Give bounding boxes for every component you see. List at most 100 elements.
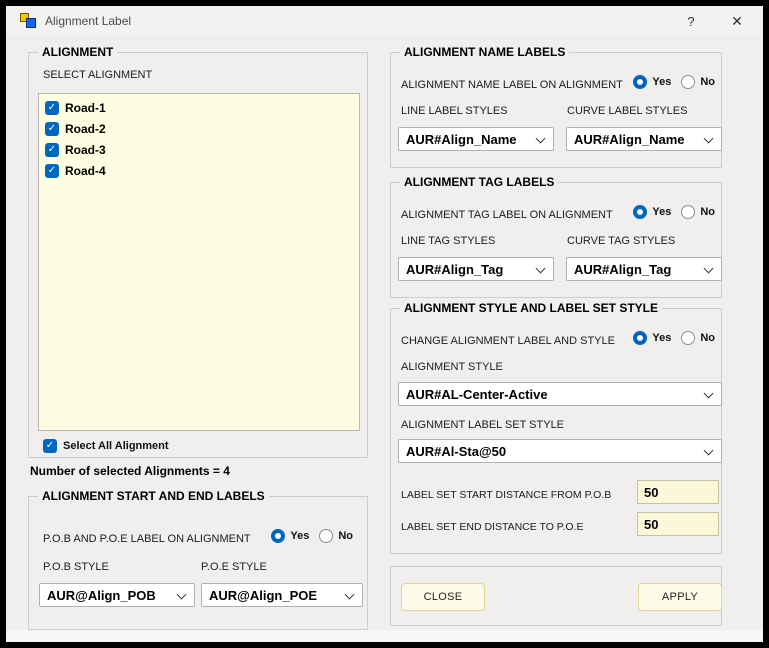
end-distance-label: LABEL SET END DISTANCE TO P.O.E <box>401 521 583 533</box>
chevron-down-icon <box>704 134 714 144</box>
tag-labels-group-title: ALIGNMENT TAG LABELS <box>400 175 558 189</box>
label-set-style-value: AUR#Al-Sta@50 <box>406 444 506 459</box>
alignment-group: ALIGNMENT SELECT ALIGNMENT ✓ Road-1 ✓ Ro… <box>28 52 368 458</box>
no-label: No <box>700 76 715 88</box>
alignment-name-labels-group: ALIGNMENT NAME LABELS ALIGNMENT NAME LAB… <box>390 52 722 168</box>
chevron-down-icon <box>536 134 546 144</box>
line-tag-style-select[interactable]: AUR#Align_Tag <box>398 257 554 281</box>
check-icon: ✓ <box>48 123 56 134</box>
list-item-road-4[interactable]: ✓ Road-4 <box>39 160 359 181</box>
alignment-style-label: ALIGNMENT STYLE <box>401 361 503 373</box>
check-icon: ✓ <box>46 440 54 451</box>
app-icon <box>20 13 36 29</box>
radio-unselected-icon <box>681 205 695 219</box>
label-set-style-label: ALIGNMENT LABEL SET STYLE <box>401 419 564 431</box>
select-all-alignment-checkbox[interactable]: ✓ Select All Alignment <box>43 439 169 453</box>
radio-selected-icon <box>633 205 647 219</box>
poe-style-select[interactable]: AUR@Align_POE <box>201 583 363 607</box>
curve-label-style-value: AUR#Align_Name <box>574 132 685 147</box>
pob-style-value: AUR@Align_POB <box>47 588 156 603</box>
alignment-label-dialog: Alignment Label ? ✕ ALIGNMENT SELECT ALI… <box>6 6 763 642</box>
radio-unselected-icon <box>681 75 695 89</box>
start-distance-input[interactable] <box>637 480 719 504</box>
dialog-bottom-strip <box>6 630 763 642</box>
line-label-style-value: AUR#Align_Name <box>406 132 517 147</box>
help-button[interactable]: ? <box>669 6 713 36</box>
alignment-item-label: Road-1 <box>65 101 106 115</box>
alignment-listbox: ✓ Road-1 ✓ Road-2 ✓ Road-3 ✓ Road-4 <box>38 93 360 431</box>
pob-poe-no-option[interactable]: No <box>319 529 353 543</box>
change-style-no-option[interactable]: No <box>681 331 715 345</box>
line-tag-styles-label: LINE TAG STYLES <box>401 235 495 247</box>
change-style-question: CHANGE ALIGNMENT LABEL AND STYLE <box>401 335 615 347</box>
chevron-down-icon <box>177 590 187 600</box>
end-distance-input[interactable] <box>637 512 719 536</box>
yes-label: Yes <box>652 76 671 88</box>
titlebar: Alignment Label ? ✕ <box>6 6 763 36</box>
select-alignment-label: SELECT ALIGNMENT <box>43 69 152 81</box>
change-style-radio-group: Yes No <box>623 331 715 345</box>
yes-label: Yes <box>290 530 309 542</box>
curve-tag-style-select[interactable]: AUR#Align_Tag <box>566 257 722 281</box>
alignment-style-select[interactable]: AUR#AL-Center-Active <box>398 382 722 406</box>
yes-label: Yes <box>652 206 671 218</box>
radio-selected-icon <box>271 529 285 543</box>
curve-label-styles-label: CURVE LABEL STYLES <box>567 105 687 117</box>
list-item-road-2[interactable]: ✓ Road-2 <box>39 118 359 139</box>
start-end-group-title: ALIGNMENT START AND END LABELS <box>38 489 269 503</box>
name-labels-group-title: ALIGNMENT NAME LABELS <box>400 45 569 59</box>
poe-style-label: P.O.E STYLE <box>201 561 267 573</box>
close-window-button[interactable]: ✕ <box>715 6 759 36</box>
check-icon: ✓ <box>48 144 56 155</box>
name-label-yes-option[interactable]: Yes <box>633 75 671 89</box>
no-label: No <box>700 332 715 344</box>
checked-checkbox-icon[interactable]: ✓ <box>45 164 59 178</box>
alignment-item-label: Road-3 <box>65 143 106 157</box>
line-tag-style-value: AUR#Align_Tag <box>406 262 503 277</box>
change-style-yes-option[interactable]: Yes <box>633 331 671 345</box>
chevron-down-icon <box>536 264 546 274</box>
pob-poe-yes-option[interactable]: Yes <box>271 529 309 543</box>
curve-label-style-select[interactable]: AUR#Align_Name <box>566 127 722 151</box>
no-label: No <box>700 206 715 218</box>
chevron-down-icon <box>345 590 355 600</box>
alignment-style-group: ALIGNMENT STYLE AND LABEL SET STYLE CHAN… <box>390 308 722 554</box>
pob-style-label: P.O.B STYLE <box>43 561 109 573</box>
tag-label-no-option[interactable]: No <box>681 205 715 219</box>
yes-label: Yes <box>652 332 671 344</box>
select-all-alignment-label: Select All Alignment <box>63 440 169 452</box>
chevron-down-icon <box>704 264 714 274</box>
tag-label-yes-option[interactable]: Yes <box>633 205 671 219</box>
dialog-body: ALIGNMENT SELECT ALIGNMENT ✓ Road-1 ✓ Ro… <box>6 36 763 642</box>
checked-checkbox-icon[interactable]: ✓ <box>45 101 59 115</box>
check-icon: ✓ <box>48 102 56 113</box>
no-label: No <box>338 530 353 542</box>
checked-checkbox-icon[interactable]: ✓ <box>45 143 59 157</box>
start-distance-label: LABEL SET START DISTANCE FROM P.O.B <box>401 489 611 501</box>
name-label-no-option[interactable]: No <box>681 75 715 89</box>
chevron-down-icon <box>704 389 714 399</box>
start-end-labels-group: ALIGNMENT START AND END LABELS P.O.B AND… <box>28 496 368 630</box>
name-label-question: ALIGNMENT NAME LABEL ON ALIGNMENT <box>401 79 623 91</box>
radio-selected-icon <box>633 75 647 89</box>
tag-label-question: ALIGNMENT TAG LABEL ON ALIGNMENT <box>401 209 613 221</box>
label-set-style-select[interactable]: AUR#Al-Sta@50 <box>398 439 722 463</box>
pob-style-select[interactable]: AUR@Align_POB <box>39 583 195 607</box>
list-item-road-3[interactable]: ✓ Road-3 <box>39 139 359 160</box>
close-button[interactable]: CLOSE <box>401 583 485 611</box>
apply-button[interactable]: APPLY <box>638 583 722 611</box>
radio-unselected-icon <box>681 331 695 345</box>
radio-selected-icon <box>633 331 647 345</box>
checked-checkbox-icon[interactable]: ✓ <box>45 122 59 136</box>
style-group-title: ALIGNMENT STYLE AND LABEL SET STYLE <box>400 301 662 315</box>
line-label-styles-label: LINE LABEL STYLES <box>401 105 508 117</box>
pob-poe-question-label: P.O.B AND P.O.E LABEL ON ALIGNMENT <box>43 533 251 545</box>
window-title: Alignment Label <box>45 14 131 28</box>
alignment-item-label: Road-4 <box>65 164 106 178</box>
alignment-tag-labels-group: ALIGNMENT TAG LABELS ALIGNMENT TAG LABEL… <box>390 182 722 298</box>
tag-label-radio-group: Yes No <box>623 205 715 219</box>
alignment-style-value: AUR#AL-Center-Active <box>406 387 548 402</box>
line-label-style-select[interactable]: AUR#Align_Name <box>398 127 554 151</box>
curve-tag-style-value: AUR#Align_Tag <box>574 262 671 277</box>
list-item-road-1[interactable]: ✓ Road-1 <box>39 97 359 118</box>
